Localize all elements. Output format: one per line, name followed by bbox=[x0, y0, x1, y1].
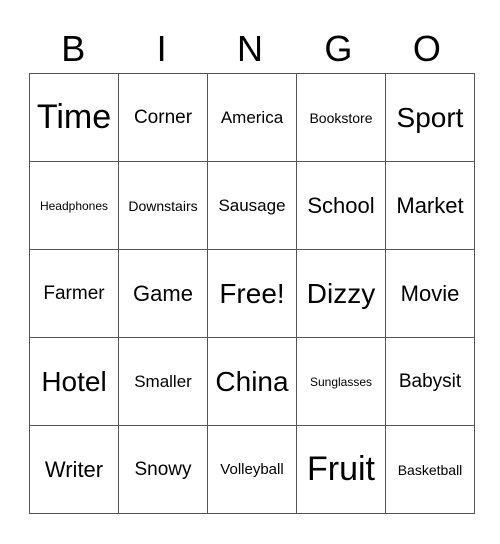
bingo-cell[interactable]: Hotel bbox=[29, 337, 119, 426]
bingo-cell[interactable]: Writer bbox=[29, 425, 119, 514]
bingo-cell[interactable]: Sunglasses bbox=[296, 337, 386, 426]
bingo-cell[interactable]: Volleyball bbox=[207, 425, 297, 514]
grid-row: Time Corner America Bookstore Sport bbox=[29, 73, 475, 162]
bingo-cell[interactable]: Snowy bbox=[118, 425, 208, 514]
grid-row: Hotel Smaller China Sunglasses Babysit bbox=[29, 337, 475, 426]
bingo-cell[interactable]: Movie bbox=[385, 249, 475, 338]
bingo-cell[interactable]: Basketball bbox=[385, 425, 475, 514]
header-letter-o: O bbox=[412, 28, 441, 69]
bingo-cell[interactable]: Sport bbox=[385, 73, 475, 162]
bingo-cell[interactable]: Bookstore bbox=[296, 73, 386, 162]
bingo-cell[interactable]: Fruit bbox=[296, 425, 386, 514]
header-letter-g: G bbox=[324, 28, 353, 69]
bingo-cell[interactable]: Dizzy bbox=[296, 249, 386, 338]
bingo-grid: Time Corner America Bookstore Sport Head… bbox=[29, 73, 475, 514]
bingo-cell[interactable]: Game bbox=[118, 249, 208, 338]
bingo-cell[interactable]: School bbox=[296, 161, 386, 250]
bingo-header: B I N G O bbox=[29, 26, 471, 72]
header-letter-n: N bbox=[237, 28, 264, 69]
bingo-cell[interactable]: Downstairs bbox=[118, 161, 208, 250]
grid-row: Writer Snowy Volleyball Fruit Basketball bbox=[29, 425, 475, 514]
bingo-cell[interactable]: Market bbox=[385, 161, 475, 250]
grid-row: Farmer Game Free! Dizzy Movie bbox=[29, 249, 475, 338]
bingo-cell[interactable]: Headphones bbox=[29, 161, 119, 250]
bingo-cell[interactable]: Smaller bbox=[118, 337, 208, 426]
bingo-cell[interactable]: Farmer bbox=[29, 249, 119, 338]
bingo-cell[interactable]: Babysit bbox=[385, 337, 475, 426]
header-letter-b: B bbox=[61, 28, 86, 69]
grid-row: Headphones Downstairs Sausage School Mar… bbox=[29, 161, 475, 250]
bingo-cell[interactable]: Sausage bbox=[207, 161, 297, 250]
header-letter-i: I bbox=[156, 28, 167, 69]
bingo-cell[interactable]: Time bbox=[29, 73, 119, 162]
bingo-cell[interactable]: America bbox=[207, 73, 297, 162]
bingo-cell[interactable]: Corner bbox=[118, 73, 208, 162]
free-space-cell[interactable]: Free! bbox=[207, 249, 297, 338]
bingo-cell[interactable]: China bbox=[207, 337, 297, 426]
